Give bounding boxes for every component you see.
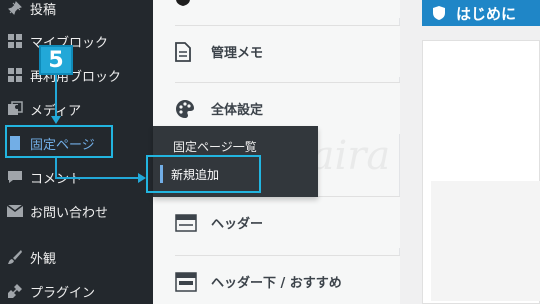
menu-item-label: プラグイン: [30, 285, 96, 301]
menu-item-label: コメント: [30, 171, 83, 187]
panel-item-memo[interactable]: 管理メモ: [175, 25, 400, 77]
panel-item-label: 全体設定: [211, 103, 264, 118]
pin-icon: [0, 0, 30, 16]
grid-icon: [0, 34, 30, 48]
panel-item-header-below[interactable]: ヘッダー下 / おすすめ: [175, 255, 400, 304]
menu-item-label: 外観: [30, 251, 57, 267]
plugin-icon: [0, 283, 30, 299]
comment-icon: [0, 169, 30, 185]
menu-item-appearance[interactable]: 外観: [0, 240, 153, 274]
menu-item-label: お問い合わせ: [30, 205, 109, 221]
step-number-badge: 5: [39, 45, 73, 75]
panel-item-label: ヘッダー: [211, 217, 264, 232]
menu-item-media[interactable]: メディア: [0, 92, 153, 126]
document-icon: [175, 41, 211, 62]
menu-item-posts[interactable]: 投稿: [0, 0, 153, 25]
menu-item-comments[interactable]: コメント: [0, 160, 153, 194]
content-box: [422, 40, 540, 304]
panel-item-label: 管理メモ: [211, 46, 264, 61]
intro-banner: はじめに: [422, 0, 540, 26]
menu-item-plugins[interactable]: プラグイン: [0, 274, 153, 304]
menu-item-label: 投稿: [30, 2, 57, 18]
header-below-layout-icon: [175, 271, 211, 292]
brush-icon: [0, 249, 30, 265]
content-placeholder: [431, 181, 540, 301]
menu-item-reusable-blocks[interactable]: 再利用ブロック: [0, 58, 153, 92]
menu-item-label: メディア: [30, 103, 82, 119]
highlight-add-new: [146, 155, 261, 193]
panel-item-label: ヘッダー下 / おすすめ: [211, 276, 342, 291]
main-content: はじめに: [400, 0, 540, 304]
menu-item-contact[interactable]: お問い合わせ: [0, 194, 153, 228]
mail-icon: [0, 205, 30, 217]
palette-icon: [175, 99, 211, 119]
shield-icon: [428, 2, 450, 24]
grid-icon: [0, 68, 30, 82]
menu-item-my-blocks[interactable]: マイブロック: [0, 24, 153, 58]
panel-item-header[interactable]: ヘッダー: [175, 196, 400, 248]
shield-icon: [175, 0, 211, 7]
media-icon: [0, 101, 30, 117]
highlight-pages-menu: [5, 125, 113, 158]
submenu-item-all-pages[interactable]: 固定ページ一覧: [173, 138, 257, 155]
panel-item-top[interactable]: [175, 0, 400, 18]
header-layout-icon: [175, 213, 211, 232]
banner-title: はじめに: [456, 4, 517, 23]
